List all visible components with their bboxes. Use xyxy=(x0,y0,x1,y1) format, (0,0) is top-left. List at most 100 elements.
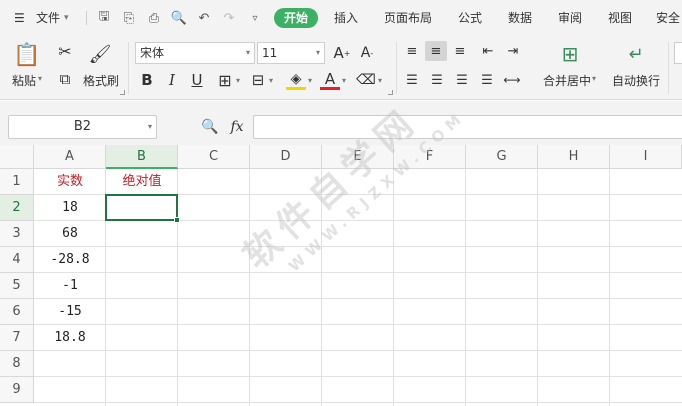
row-header-7[interactable]: 7 xyxy=(0,325,34,351)
underline-icon[interactable]: U xyxy=(187,70,207,90)
name-box[interactable]: B2 ▾ xyxy=(8,115,157,139)
chevron-down-icon[interactable]: ▾ xyxy=(340,70,348,90)
row-header-8[interactable]: 8 xyxy=(0,351,34,377)
cell-a3[interactable]: 68 xyxy=(34,221,106,247)
group-expand-icon[interactable] xyxy=(120,90,125,95)
format-painter-icon[interactable]: 🖌 xyxy=(88,40,112,68)
row-header-5[interactable]: 5 xyxy=(0,273,34,299)
gridline xyxy=(34,298,682,299)
cell-b1[interactable]: 绝对值 xyxy=(106,169,178,195)
row-header-9[interactable]: 9 xyxy=(0,377,34,403)
tab-security[interactable]: 安全 xyxy=(656,0,680,36)
chevron-down-icon[interactable]: ▾ xyxy=(234,70,242,90)
tab-insert[interactable]: 插入 xyxy=(334,0,358,36)
align-right-icon[interactable]: ☰ xyxy=(452,70,472,90)
row-header-2[interactable]: 2 xyxy=(0,195,34,221)
select-all-corner[interactable] xyxy=(0,145,34,169)
customize-toolbar-icon[interactable]: ▿ xyxy=(246,9,264,27)
active-cell-b2[interactable] xyxy=(105,194,178,221)
gridline xyxy=(249,169,250,406)
copy-icon[interactable]: ⧉ xyxy=(54,68,76,90)
redo-icon[interactable]: ↷ xyxy=(220,9,238,27)
paste-button[interactable]: 粘贴 xyxy=(12,72,36,89)
formula-bar: B2 ▾ 🔍 fx xyxy=(0,101,682,145)
align-center-icon[interactable]: ☰ xyxy=(427,70,447,90)
column-header-h[interactable]: H xyxy=(538,145,610,169)
more-tools[interactable] xyxy=(674,42,682,64)
row-header-1[interactable]: 1 xyxy=(0,169,34,195)
column-header-d[interactable]: D xyxy=(250,145,322,169)
formula-input[interactable] xyxy=(253,115,682,139)
group-expand-icon[interactable] xyxy=(388,90,393,95)
wrap-text-button[interactable]: 自动换行 xyxy=(612,72,660,89)
chevron-down-icon[interactable]: ▾ xyxy=(267,70,275,90)
align-bottom-icon[interactable]: ≡ xyxy=(450,41,470,61)
cell-a7[interactable]: 18.8 xyxy=(34,325,106,351)
decrease-indent-icon[interactable]: ⇤ xyxy=(478,41,498,61)
column-header-b[interactable]: B xyxy=(106,145,178,169)
justify-icon[interactable]: ☰ xyxy=(477,70,497,90)
font-size-select[interactable]: 11 ▾ xyxy=(257,42,325,64)
row-header-4[interactable]: 4 xyxy=(0,247,34,273)
cell-a6[interactable]: -15 xyxy=(34,299,106,325)
column-header-g[interactable]: G xyxy=(466,145,538,169)
cut-icon[interactable]: ✂ xyxy=(54,40,76,62)
column-header-e[interactable]: E xyxy=(322,145,394,169)
column-header-c[interactable]: C xyxy=(178,145,250,169)
paste-icon[interactable]: 📋 xyxy=(12,40,42,70)
zoom-search-icon[interactable]: 🔍 xyxy=(201,117,219,137)
format-painter-button[interactable]: 格式刷 xyxy=(83,72,119,89)
align-left-icon[interactable]: ☰ xyxy=(402,70,422,90)
tab-home[interactable]: 开始 xyxy=(274,8,318,28)
merge-center-button[interactable]: 合并居中 xyxy=(543,72,591,89)
gridline xyxy=(34,376,682,377)
chevron-down-icon[interactable]: ▾ xyxy=(64,0,69,36)
chevron-down-icon[interactable]: ▾ xyxy=(376,70,384,90)
export-icon[interactable]: ⎘ xyxy=(120,9,138,27)
cell-a4[interactable]: -28.8 xyxy=(34,247,106,273)
menu-file[interactable]: 文件 xyxy=(36,0,60,36)
undo-icon[interactable]: ↶ xyxy=(195,9,213,27)
distributed-icon[interactable]: ⟷ xyxy=(502,70,522,90)
hamburger-icon[interactable]: ☰ xyxy=(14,0,25,36)
cell-style-icon[interactable]: ⊟ xyxy=(248,70,268,90)
chevron-down-icon[interactable]: ▾ xyxy=(592,74,596,83)
tab-review[interactable]: 审阅 xyxy=(558,0,582,36)
print-preview-icon[interactable]: 🔍 xyxy=(170,9,188,27)
align-top-icon[interactable]: ≡ xyxy=(402,41,422,61)
borders-icon[interactable]: ⊞ xyxy=(215,70,235,90)
tab-page-layout[interactable]: 页面布局 xyxy=(384,0,432,36)
wrap-text-icon[interactable]: ↵ xyxy=(622,40,650,68)
fill-handle[interactable] xyxy=(174,217,180,223)
spreadsheet-grid: A B C D E F G H I 1 2 3 4 5 6 7 8 9 实数 绝… xyxy=(0,145,682,406)
tab-view[interactable]: 视图 xyxy=(608,0,632,36)
increase-font-size-icon[interactable]: A + xyxy=(333,42,351,64)
bold-icon[interactable]: B xyxy=(137,70,157,90)
cell-a5[interactable]: -1 xyxy=(34,273,106,299)
print-icon[interactable]: ⎙ xyxy=(145,9,163,27)
chevron-down-icon: ▾ xyxy=(147,122,152,131)
italic-icon[interactable]: I xyxy=(162,70,182,90)
font-color-icon[interactable]: A xyxy=(320,70,340,90)
save-icon[interactable]: 🖫 xyxy=(95,9,113,27)
column-header-f[interactable]: F xyxy=(394,145,466,169)
chevron-down-icon[interactable]: ▾ xyxy=(306,70,314,90)
font-name-select[interactable]: 宋体 ▾ xyxy=(135,42,255,64)
font-size-value: 11 xyxy=(262,46,278,60)
cell-a1[interactable]: 实数 xyxy=(34,169,106,195)
align-middle-icon[interactable]: ≡ xyxy=(425,41,447,61)
fill-color-icon[interactable]: ◈ xyxy=(286,70,306,90)
clear-format-icon[interactable]: ⌫ xyxy=(356,70,376,90)
column-header-i[interactable]: I xyxy=(610,145,682,169)
chevron-down-icon[interactable]: ▾ xyxy=(38,74,42,83)
row-header-6[interactable]: 6 xyxy=(0,299,34,325)
row-header-3[interactable]: 3 xyxy=(0,221,34,247)
decrease-font-size-icon[interactable]: A- xyxy=(358,42,376,64)
tab-data[interactable]: 数据 xyxy=(508,0,532,36)
insert-function-icon[interactable]: fx xyxy=(227,117,247,137)
cell-a2[interactable]: 18 xyxy=(34,195,106,221)
tab-formulas[interactable]: 公式 xyxy=(458,0,482,36)
column-header-a[interactable]: A xyxy=(34,145,106,169)
merge-center-icon[interactable]: ⊞ xyxy=(556,40,584,68)
increase-indent-icon[interactable]: ⇥ xyxy=(503,41,523,61)
